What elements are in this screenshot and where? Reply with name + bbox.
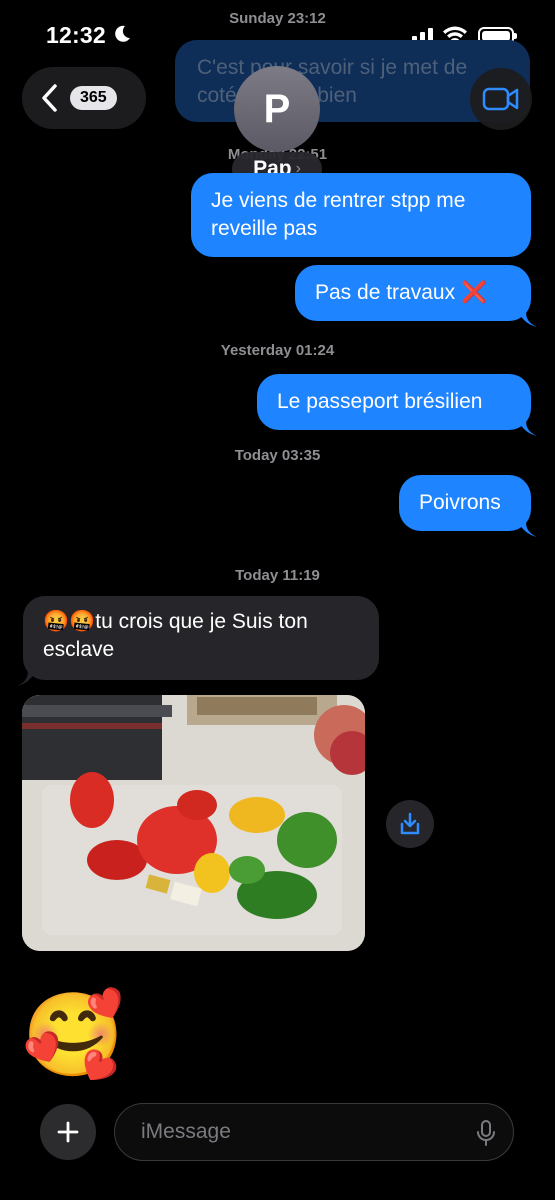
moon-icon xyxy=(112,24,132,50)
message-bubble-received[interactable]: 🤬🤬tu crois que je Suis ton esclave xyxy=(17,596,379,686)
plus-icon xyxy=(57,1121,79,1143)
video-camera-icon xyxy=(482,87,519,111)
status-time: 12:32 xyxy=(46,22,106,48)
message-text: Poivrons xyxy=(419,491,501,514)
video-call-button[interactable] xyxy=(470,68,532,130)
message-input-field[interactable] xyxy=(114,1103,514,1161)
bubble-tail xyxy=(517,307,537,327)
message-bubble-sent[interactable]: Je viens de rentrer stpp me reveille pas xyxy=(191,173,531,257)
sticker-emoji[interactable]: 🥰 xyxy=(22,988,124,1084)
timestamp: Yesterday 01:24 xyxy=(220,342,335,359)
contact-avatar[interactable]: P xyxy=(234,66,320,152)
message-text: Pas de travaux xyxy=(315,281,456,304)
peppers-photo xyxy=(22,695,365,951)
timestamp: Today 11:19 xyxy=(235,567,320,584)
photo-attachment[interactable] xyxy=(22,695,365,951)
angry-face-emoji: 🤬🤬 xyxy=(43,610,96,633)
microphone-icon[interactable] xyxy=(477,1120,495,1146)
message-bubble-sent[interactable]: Le passeport brésilien xyxy=(257,374,537,436)
message-text: Je viens de rentrer stpp me reveille pas xyxy=(211,189,466,240)
unread-count-badge: 365 xyxy=(70,86,117,110)
message-bubble-sent[interactable]: Pas de travaux ❌ xyxy=(295,265,537,327)
message-bubble-sent[interactable]: Poivrons xyxy=(399,475,537,537)
back-chevron-icon xyxy=(42,84,57,112)
save-photo-button[interactable] xyxy=(386,800,434,848)
imessage-input[interactable] xyxy=(139,1119,463,1145)
cross-mark-emoji: ❌ xyxy=(460,281,488,304)
timestamp: Sunday 23:12 xyxy=(229,10,326,27)
save-download-icon xyxy=(400,812,420,835)
back-button[interactable]: 365 xyxy=(22,67,146,129)
bubble-tail xyxy=(517,517,537,537)
add-attachment-button[interactable] xyxy=(40,1104,96,1160)
bubble-tail xyxy=(17,666,37,686)
timestamp: Today 03:35 xyxy=(234,447,321,464)
bubble-tail xyxy=(517,416,537,436)
message-text: Le passeport brésilien xyxy=(277,390,483,413)
avatar-initial: P xyxy=(263,86,291,131)
